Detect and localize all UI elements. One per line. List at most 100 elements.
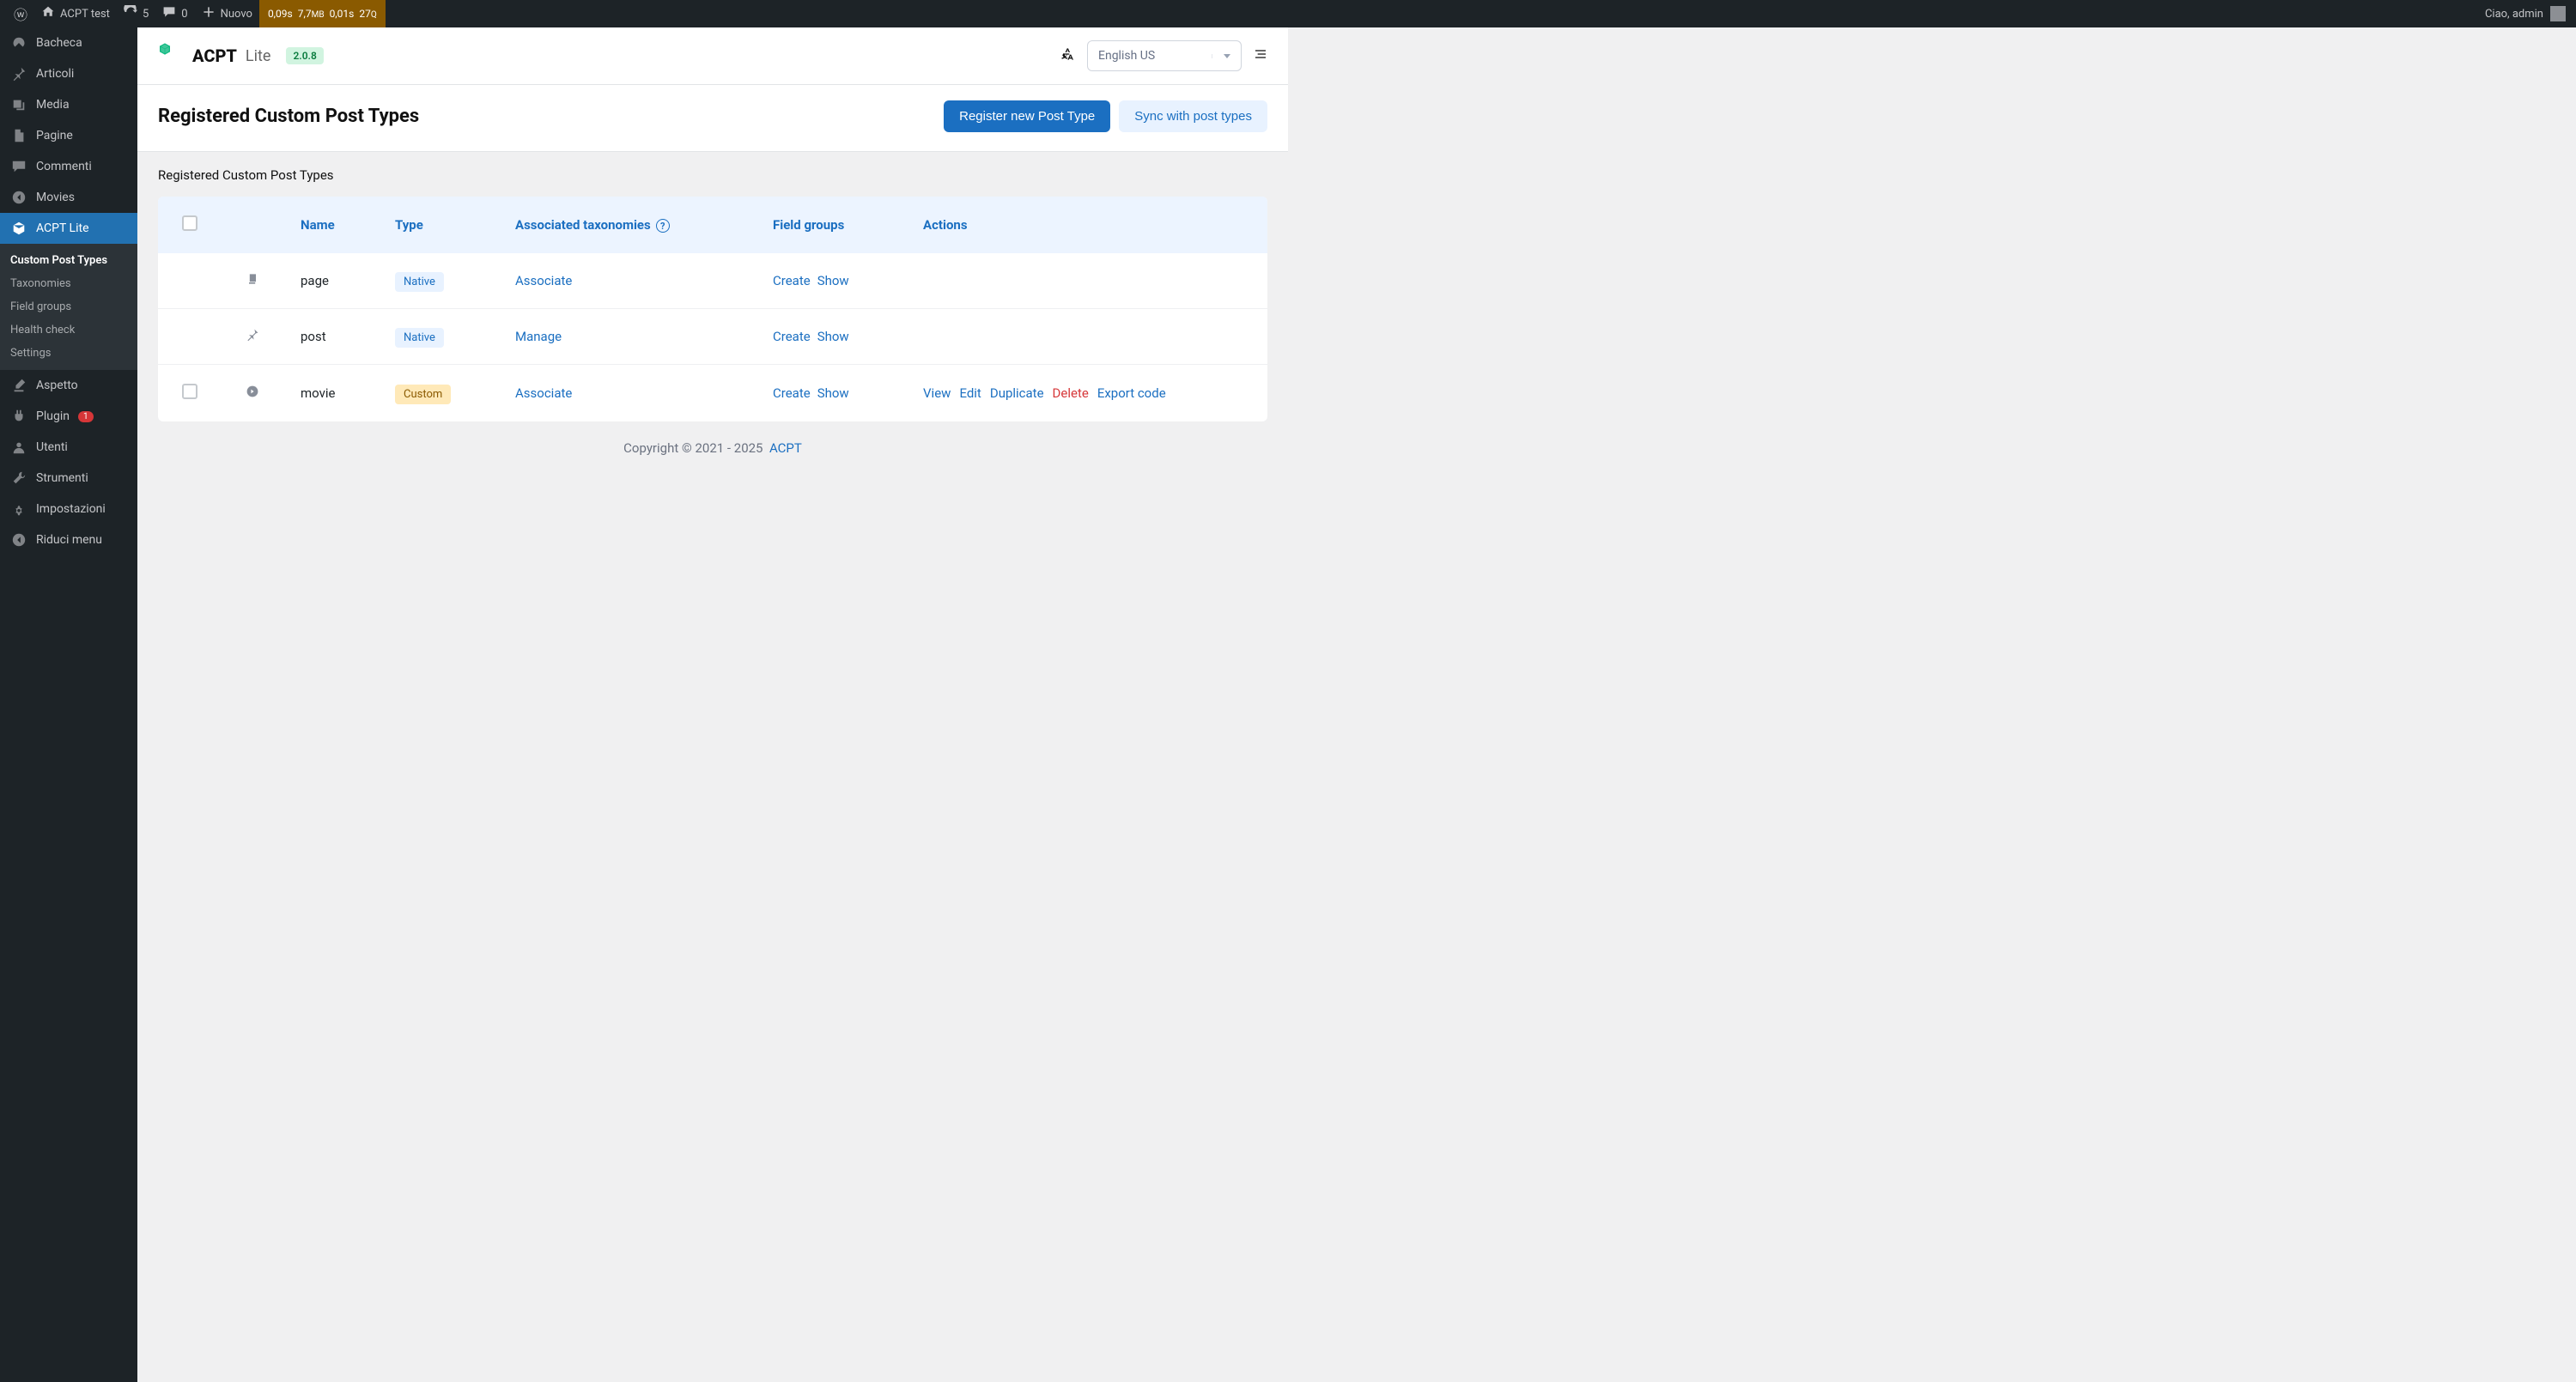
field-group-show-link[interactable]: Show [817,385,849,401]
column-header-fields[interactable]: Field groups [759,197,909,253]
comments-count: 0 [181,8,187,21]
sidebar-item-label: Riduci menu [36,533,102,547]
action-export-code-link[interactable]: Export code [1097,385,1166,401]
footer: Copyright © 2021 - 2025 ACPT [158,421,1267,475]
qm-time2: 0,01s [330,8,355,20]
plugin-icon [10,408,27,425]
column-header-type[interactable]: Type [381,197,501,253]
sidebar-item-label: Bacheca [36,36,82,50]
field-group-create-link[interactable]: Create [773,273,811,288]
type-badge: Native [395,328,444,348]
column-header-taxonomies[interactable]: Associated taxonomies? [501,197,759,253]
greeting[interactable]: Ciao, admin [2485,8,2543,21]
field-group-show-link[interactable]: Show [817,273,849,288]
sidebar-item-bacheca[interactable]: Bacheca [0,27,137,58]
sidebar-item-label: Media [36,98,70,112]
help-icon[interactable]: ? [656,219,670,233]
home-icon [41,5,55,22]
column-header-name[interactable]: Name [287,197,381,253]
action-edit-link[interactable]: Edit [959,385,981,401]
chevron-down-icon [1212,54,1241,58]
copy-icon [246,274,259,289]
register-new-button[interactable]: Register new Post Type [944,100,1110,132]
sidebar-item-label: ACPT Lite [36,221,89,235]
avatar[interactable] [2550,6,2566,21]
action-delete-link[interactable]: Delete [1053,385,1089,401]
qm-queries: 27Q [359,8,376,20]
sidebar-item-acpt-lite[interactable]: ACPT Lite [0,213,137,244]
admin-bar-right: Ciao, admin [2485,6,2569,21]
translate-icon[interactable] [1061,47,1075,64]
language-select[interactable]: English US [1087,40,1242,71]
taxonomy-link[interactable]: Manage [515,329,562,344]
sidebar-item-aspetto[interactable]: Aspetto [0,370,137,401]
sidebar-subitem-settings[interactable]: Settings [0,342,137,365]
cpt-name: post [287,309,381,365]
sidebar-subitem-custom-post-types[interactable]: Custom Post Types [0,249,137,272]
version-badge: 2.0.8 [286,47,323,64]
table-header-row: Name Type Associated taxonomies? Field g… [158,197,1267,253]
language-selected: English US [1088,41,1212,70]
wp-logo[interactable]: ⓦ [7,0,34,27]
brush-icon [10,377,27,394]
wp-sidebar: Bacheca Articoli Media Pagine Commenti Movies… [0,27,137,1382]
page-title: Registered Custom Post Types [158,106,419,127]
select-all-checkbox[interactable] [182,215,197,231]
copyright-text: Copyright © 2021 - 2025 [623,440,762,456]
query-monitor[interactable]: 0,09s 7,7MB 0,01s 27Q [259,0,386,27]
user-icon [10,439,27,456]
sidebar-item-label: Pagine [36,129,73,142]
sidebar-item-plugin[interactable]: Plugin 1 [0,401,137,432]
sidebar-item-riduci-menu[interactable]: Riduci menu [0,524,137,555]
action-view-link[interactable]: View [923,385,951,401]
new-content-link[interactable]: Nuovo [195,0,259,27]
refresh-icon [124,5,137,22]
page-heading: Registered Custom Post Types Register ne… [137,85,1288,152]
sidebar-item-movies[interactable]: Movies [0,182,137,213]
table-row: post Native Manage Create Show [158,309,1267,365]
sidebar-item-label: Articoli [36,67,74,81]
column-header-actions[interactable]: Actions [909,197,1267,253]
column-header-icon [218,197,287,253]
sidebar-item-label: Plugin [36,409,70,423]
brand-name: ACPT [192,45,237,66]
wrench-icon [10,470,27,487]
pin-icon [246,330,259,345]
sidebar-subitem-health-check[interactable]: Health check [0,318,137,342]
sidebar-item-strumenti[interactable]: Strumenti [0,463,137,494]
sidebar-submenu: Custom Post TypesTaxonomiesField groupsH… [0,244,137,370]
row-checkbox[interactable] [182,384,197,399]
admin-bar: ⓦ ACPT test 5 0 Nuovo 0,09s 7,7MB 0,01s … [0,0,2576,27]
sidebar-item-articoli[interactable]: Articoli [0,58,137,89]
sidebar-item-label: Aspetto [36,379,78,392]
field-group-create-link[interactable]: Create [773,385,811,401]
field-group-show-link[interactable]: Show [817,329,849,344]
menu-icon[interactable] [1254,47,1267,64]
plugin-update-badge: 1 [78,411,94,422]
field-group-create-link[interactable]: Create [773,329,811,344]
sidebar-item-utenti[interactable]: Utenti [0,432,137,463]
sidebar-item-media[interactable]: Media [0,89,137,120]
table-row: movieCustomAssociateCreateShowViewEditDu… [158,365,1267,422]
sidebar-item-pagine[interactable]: Pagine [0,120,137,151]
sidebar-item-commenti[interactable]: Commenti [0,151,137,182]
section-subheading: Registered Custom Post Types [158,167,1267,183]
sync-button[interactable]: Sync with post types [1119,100,1267,132]
sidebar-subitem-field-groups[interactable]: Field groups [0,295,137,318]
site-name-link[interactable]: ACPT test [34,0,117,27]
cpt-name: movie [287,365,381,422]
sidebar-subitem-taxonomies[interactable]: Taxonomies [0,272,137,295]
sidebar-item-label: Strumenti [36,471,88,485]
pin-icon [10,65,27,82]
sidebar-item-label: Movies [36,191,75,204]
footer-link[interactable]: ACPT [769,440,802,456]
action-duplicate-link[interactable]: Duplicate [990,385,1044,401]
sidebar-item-impostazioni[interactable]: Impostazioni [0,494,137,524]
comments-link[interactable]: 0 [155,0,194,27]
updates-link[interactable]: 5 [117,0,155,27]
taxonomy-link[interactable]: Associate [515,273,572,288]
qm-mem: 7,7MB [298,8,325,20]
brand[interactable]: ACPT Lite 2.0.8 [158,42,324,70]
taxonomy-link[interactable]: Associate [515,385,572,401]
cpt-name: page [287,253,381,309]
